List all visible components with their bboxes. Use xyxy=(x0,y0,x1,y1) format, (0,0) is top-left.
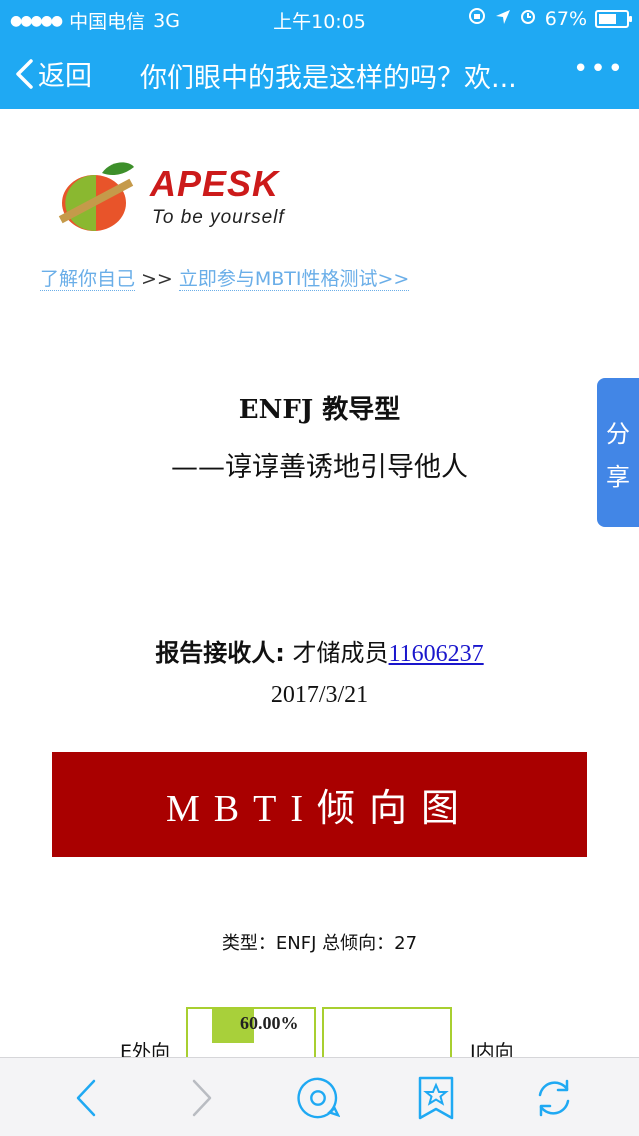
extravert-percent: 60.00% xyxy=(240,1013,299,1033)
breadcrumb-separator: >> xyxy=(141,268,173,290)
favorite-button[interactable] xyxy=(414,1076,458,1120)
web-content[interactable]: APESK To be yourself 了解你自己 >> 立即参与MBTI性格测试… xyxy=(0,109,639,1057)
status-bar: ●●●●● 中国电信 3G 上午10:05 67% xyxy=(0,0,639,36)
refresh-button[interactable] xyxy=(532,1076,576,1120)
personality-type-title: ENFJ 教导型 xyxy=(238,395,401,425)
personality-subtitle: ——谆谆善诱地引导他人 xyxy=(171,452,468,483)
back-label: 返回 xyxy=(38,61,92,92)
know-yourself-link[interactable]: 了解你自己 xyxy=(40,268,136,291)
apesk-logo[interactable]: APESK To be yourself xyxy=(52,157,312,237)
brand-name: APESK xyxy=(150,163,280,204)
chevron-left-icon xyxy=(16,58,33,89)
refresh-icon xyxy=(538,1079,570,1117)
extravert-label: E外向 xyxy=(120,1041,171,1057)
mbti-chart-banner: MBTI倾向图 xyxy=(52,752,587,857)
page-title: 你们眼中的我是这样的吗？欢... xyxy=(140,63,517,94)
recipient-label: 报告接收人: xyxy=(155,639,285,667)
brand-tagline: To be yourself xyxy=(152,207,285,228)
battery-percent: 67% xyxy=(544,7,587,30)
battery-icon xyxy=(595,9,632,28)
chat-share-button[interactable] xyxy=(296,1076,340,1120)
introvert-bar xyxy=(322,1007,452,1057)
recipient-id-link[interactable]: 11606237 xyxy=(389,641,484,667)
report-recipient: 报告接收人: 才储成员11606237 xyxy=(0,633,639,668)
report-date: 2017/3/21 xyxy=(270,682,369,708)
back-nav-button[interactable] xyxy=(64,1076,108,1120)
extravert-bar: 60.00% xyxy=(186,1007,316,1057)
more-options-button[interactable]: ••• xyxy=(573,54,625,84)
chevron-right-icon xyxy=(192,1079,212,1117)
forward-nav-button[interactable] xyxy=(180,1076,224,1120)
chat-bubble-icon xyxy=(297,1077,340,1119)
chevron-left-icon xyxy=(76,1079,96,1117)
apple-logo-icon xyxy=(58,162,134,232)
battery-level xyxy=(599,13,617,24)
navigation-bar: 返回 你们眼中的我是这样的吗？欢... ••• xyxy=(0,40,639,104)
share-char-1: 分 xyxy=(606,419,630,448)
tendency-row: E外向 60.00% I内向 xyxy=(0,1007,639,1057)
share-tab[interactable]: 分 享 xyxy=(597,378,639,527)
breadcrumb: 了解你自己 >> 立即参与MBTI性格测试>> xyxy=(40,264,410,291)
share-char-2: 享 xyxy=(606,462,630,491)
bottom-toolbar xyxy=(0,1057,639,1136)
location-icon xyxy=(495,8,511,30)
back-button[interactable]: 返回 xyxy=(14,54,92,93)
rotation-lock-icon xyxy=(467,6,487,31)
top-bar: ●●●●● 中国电信 3G 上午10:05 67% 返回 你们眼中的我是这样的吗… xyxy=(0,0,639,109)
recipient-name: 才储成员 xyxy=(284,639,389,667)
alarm-icon xyxy=(519,7,537,30)
mbti-test-link[interactable]: 立即参与MBTI性格测试>> xyxy=(178,268,410,291)
bookmark-star-icon xyxy=(418,1076,454,1120)
introvert-label: I内向 xyxy=(470,1041,514,1057)
type-summary: 类型：ENFJ 总倾向：27 xyxy=(221,933,418,954)
